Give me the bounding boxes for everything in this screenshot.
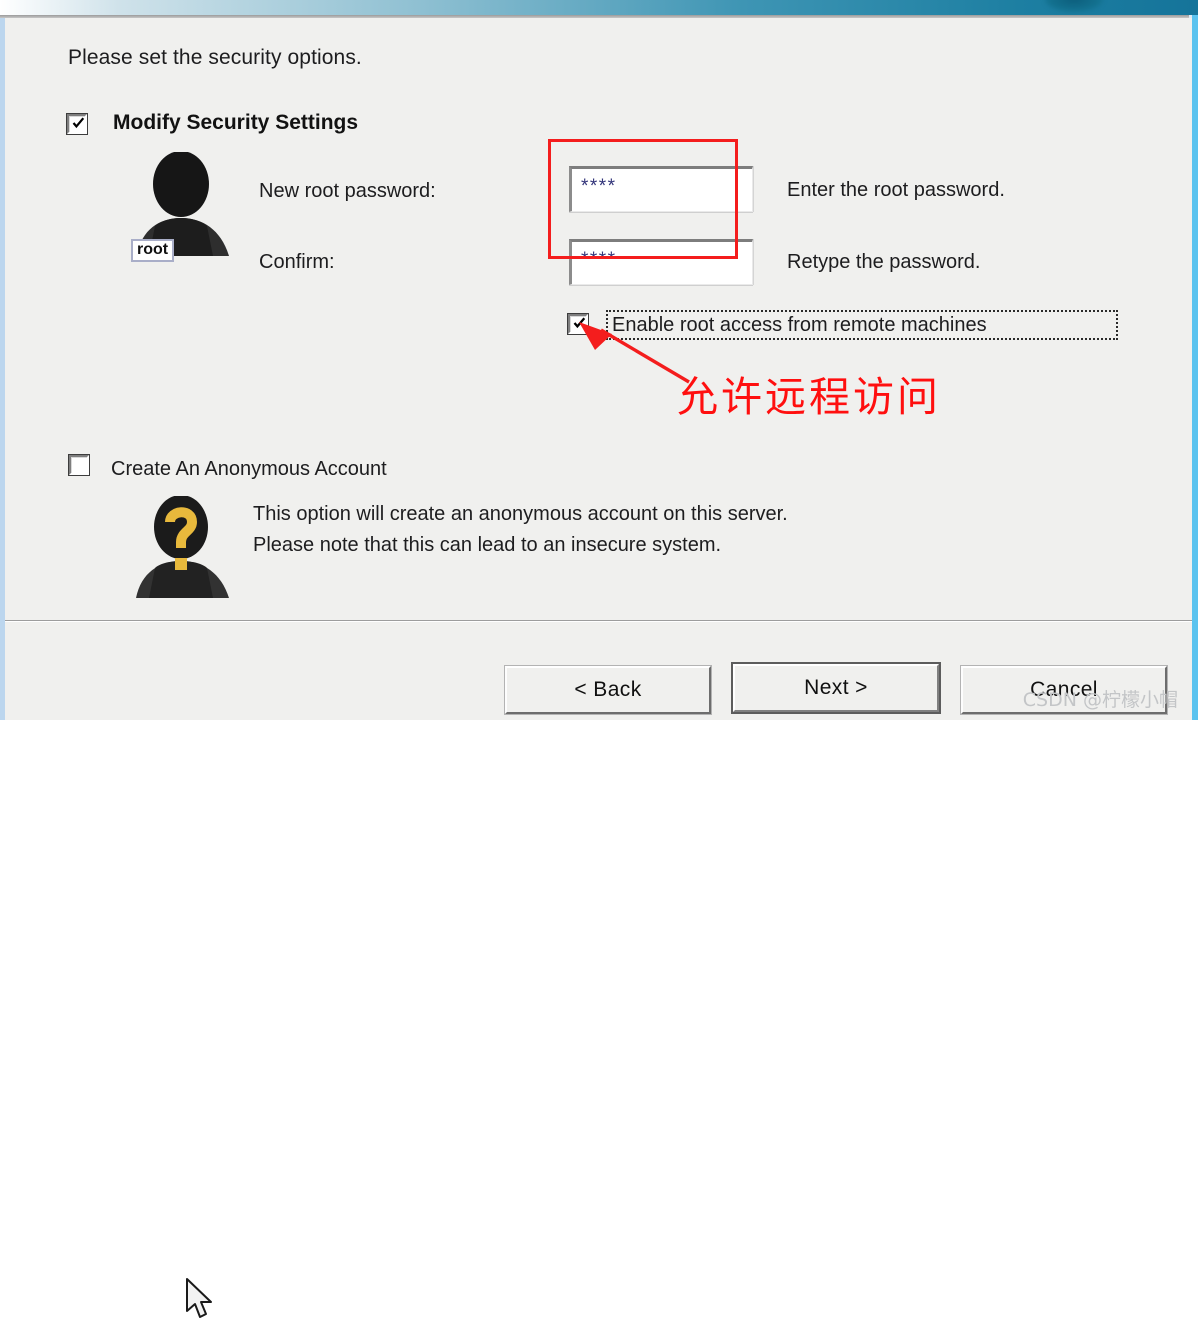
mouse-cursor-icon [185, 1277, 215, 1328]
next-button[interactable]: Next > [733, 664, 939, 712]
page-title: Please set the security options. [68, 46, 362, 69]
root-avatar-badge: root [131, 239, 175, 262]
dialog-content: Please set the security options. Modify … [5, 18, 1192, 620]
anonymous-description-line-1: This option will create an anonymous acc… [253, 503, 788, 525]
annotation-chinese-note: 允许远程访问 [677, 373, 941, 421]
checkmark-icon [72, 117, 85, 130]
titlebar-control-blob [1045, 0, 1103, 12]
watermark: CSDN @柠檬小帽 [1022, 689, 1178, 711]
annotation-arrow [565, 318, 695, 393]
modify-security-settings-checkbox[interactable] [67, 114, 87, 134]
annotation-rect-password-fields [548, 139, 738, 259]
confirm-password-hint: Retype the password. [787, 251, 981, 273]
dialog-footer: < Back Next > Cancel CSDN @柠檬小帽 [5, 622, 1192, 1318]
window-right-border [1192, 15, 1198, 720]
modify-security-settings-label: Modify Security Settings [113, 111, 359, 134]
anonymous-description-line-2: Please note that this can lead to an ins… [253, 534, 722, 556]
confirm-password-label: Confirm: [259, 251, 335, 273]
back-button[interactable]: < Back [505, 666, 711, 714]
create-anonymous-account-label: Create An Anonymous Account [111, 458, 387, 480]
setup-wizard-dialog: Please set the security options. Modify … [5, 18, 1192, 1318]
window-titlebar [0, 0, 1198, 15]
anonymous-user-avatar [126, 496, 244, 598]
create-anonymous-account-checkbox[interactable] [69, 455, 89, 475]
screenshot-root: Please set the security options. Modify … [0, 0, 1198, 1318]
new-root-password-label: New root password: [259, 180, 436, 202]
new-root-password-hint: Enter the root password. [787, 179, 1005, 201]
